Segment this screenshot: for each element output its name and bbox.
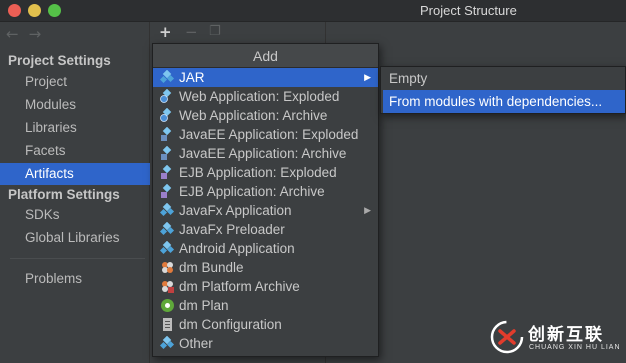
web-app-icon bbox=[160, 89, 172, 103]
submenu-item-from-modules[interactable]: From modules with dependencies... bbox=[383, 90, 625, 113]
menu-item-label: EJB Application: Archive bbox=[179, 184, 325, 199]
menu-item-label: Web Application: Exploded bbox=[179, 89, 340, 104]
menu-item-label: JavaEE Application: Archive bbox=[179, 146, 347, 161]
watermark-text: 创新互联 bbox=[528, 325, 604, 345]
menu-item-javafx-application[interactable]: JavaFx Application ▶ bbox=[153, 201, 378, 220]
menu-item-label: Android Application bbox=[179, 241, 295, 256]
menu-item-other[interactable]: Other bbox=[153, 334, 378, 353]
sidebar-item-sdks[interactable]: SDKs bbox=[0, 204, 150, 226]
menu-item-label: EJB Application: Exploded bbox=[179, 165, 337, 180]
dm-config-icon bbox=[163, 318, 172, 331]
copy-icon[interactable]: ❐ bbox=[209, 23, 221, 41]
android-icon bbox=[160, 241, 175, 255]
dm-bundle-icon bbox=[162, 262, 173, 273]
menu-item-label: JavaEE Application: Exploded bbox=[179, 127, 359, 142]
section-project-settings: Project Settings bbox=[8, 53, 111, 68]
menu-item-label: JavaFx Preloader bbox=[179, 222, 285, 237]
menu-item-javaee-archive[interactable]: JavaEE Application: Archive bbox=[153, 144, 378, 163]
web-app-icon bbox=[160, 108, 172, 122]
menu-item-android-application[interactable]: Android Application bbox=[153, 239, 378, 258]
minimize-window-button[interactable] bbox=[28, 4, 41, 17]
sidebar-item-artifacts[interactable]: Artifacts bbox=[0, 163, 150, 185]
dm-archive-icon bbox=[162, 281, 174, 293]
menu-item-web-exploded[interactable]: Web Application: Exploded bbox=[153, 87, 378, 106]
watermark: 创新互联 CHUANG XIN HU LIAN bbox=[490, 318, 622, 360]
menu-item-ejb-archive[interactable]: EJB Application: Archive bbox=[153, 182, 378, 201]
menu-item-dm-configuration[interactable]: dm Configuration bbox=[153, 315, 378, 334]
sidebar-item-project[interactable]: Project bbox=[0, 71, 150, 93]
jar-icon bbox=[160, 70, 175, 84]
forward-arrow-icon[interactable]: → bbox=[29, 25, 52, 43]
sidebar-item-facets[interactable]: Facets bbox=[0, 140, 150, 162]
menu-item-javaee-exploded[interactable]: JavaEE Application: Exploded bbox=[153, 125, 378, 144]
submenu-arrow-icon: ▶ bbox=[364, 72, 371, 82]
menu-item-ejb-exploded[interactable]: EJB Application: Exploded bbox=[153, 163, 378, 182]
menu-item-jar[interactable]: JAR ▶ bbox=[153, 68, 378, 87]
menu-item-label: Web Application: Archive bbox=[179, 108, 328, 123]
minus-icon[interactable]: − bbox=[185, 23, 198, 41]
plus-icon[interactable]: + bbox=[159, 23, 172, 41]
submenu-item-empty[interactable]: Empty bbox=[381, 67, 625, 90]
sidebar-item-global-libraries[interactable]: Global Libraries bbox=[0, 227, 150, 249]
settings-sidebar: ←→ Project Settings Project Modules Libr… bbox=[0, 22, 150, 363]
menu-item-dm-platform-archive[interactable]: dm Platform Archive bbox=[153, 277, 378, 296]
menu-item-javafx-preloader[interactable]: JavaFx Preloader bbox=[153, 220, 378, 239]
javafx-icon bbox=[160, 222, 175, 236]
dm-plan-icon bbox=[161, 299, 174, 312]
artifact-icon bbox=[160, 336, 175, 350]
menu-item-web-archive[interactable]: Web Application: Archive bbox=[153, 106, 378, 125]
submenu-arrow-icon: ▶ bbox=[364, 205, 371, 215]
artifacts-toolbar: + − ❐ bbox=[152, 22, 326, 44]
window-title: Project Structure bbox=[420, 3, 517, 18]
ejb-icon bbox=[161, 165, 172, 179]
menu-item-dm-plan[interactable]: dm Plan bbox=[153, 296, 378, 315]
popup-title: Add bbox=[153, 44, 378, 68]
watermark-logo-icon bbox=[490, 320, 524, 354]
menu-item-label: JAR bbox=[179, 70, 205, 85]
menu-item-label: dm Bundle bbox=[179, 260, 244, 275]
sidebar-divider bbox=[10, 258, 145, 259]
sidebar-item-libraries[interactable]: Libraries bbox=[0, 117, 150, 139]
menu-item-label: dm Plan bbox=[179, 298, 229, 313]
menu-item-label: Other bbox=[179, 336, 213, 351]
menu-item-dm-bundle[interactable]: dm Bundle bbox=[153, 258, 378, 277]
javafx-icon bbox=[160, 203, 175, 217]
javaee-icon bbox=[161, 146, 172, 160]
sidebar-item-modules[interactable]: Modules bbox=[0, 94, 150, 116]
watermark-subtext: CHUANG XIN HU LIAN bbox=[529, 344, 621, 351]
jar-submenu: Empty From modules with dependencies... bbox=[380, 66, 626, 114]
back-forward-icons: ←→ bbox=[6, 25, 51, 43]
javaee-icon bbox=[161, 127, 172, 141]
zoom-window-button[interactable] bbox=[48, 4, 61, 17]
back-arrow-icon[interactable]: ← bbox=[6, 25, 29, 43]
add-artifact-popup: Add JAR ▶ Web Application: Exploded Web … bbox=[152, 43, 379, 357]
close-window-button[interactable] bbox=[8, 4, 21, 17]
sidebar-item-problems[interactable]: Problems bbox=[0, 268, 150, 290]
menu-item-label: dm Platform Archive bbox=[179, 279, 300, 294]
title-bar: Project Structure bbox=[0, 0, 626, 22]
menu-item-label: JavaFx Application bbox=[179, 203, 292, 218]
ejb-icon bbox=[161, 184, 172, 198]
menu-item-label: dm Configuration bbox=[179, 317, 282, 332]
section-platform-settings: Platform Settings bbox=[8, 187, 120, 202]
